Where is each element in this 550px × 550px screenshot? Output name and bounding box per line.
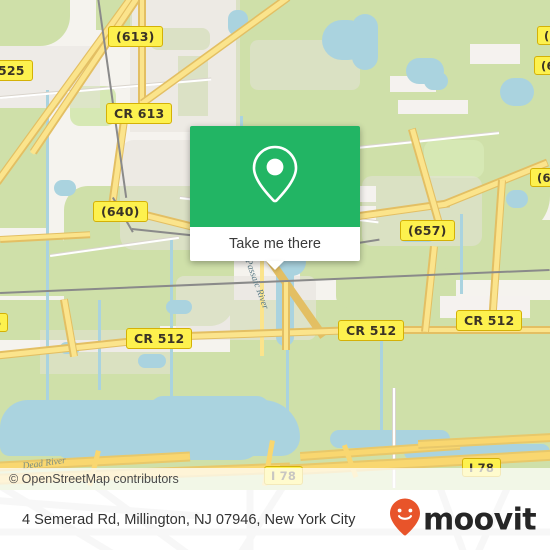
- road-shield-640[interactable]: (640): [93, 201, 148, 222]
- popup-body: Take me there: [190, 227, 360, 270]
- address-label: 4 Semerad Rd, Millington, NJ 07946, New …: [22, 512, 356, 528]
- road-shield-cr-512-mid[interactable]: CR 512: [338, 320, 405, 341]
- popup-pointer-tip: [266, 261, 284, 270]
- moovit-pin-smile-icon: [389, 498, 420, 542]
- location-popup-card[interactable]: Take me there: [190, 126, 360, 270]
- road-shield-613[interactable]: (613): [108, 26, 163, 47]
- moovit-wordmark: moovit: [422, 502, 537, 537]
- road-shield-cr-512-right[interactable]: CR 512: [456, 310, 523, 331]
- osm-attribution[interactable]: © OpenStreetMap contributors: [0, 468, 550, 490]
- osm-attribution-text: © OpenStreetMap contributors: [9, 472, 179, 486]
- road-shield-cr-613[interactable]: CR 613: [106, 103, 173, 124]
- moovit-brand[interactable]: moovit: [389, 498, 537, 542]
- road-shield-63-upper-right[interactable]: (63: [530, 168, 550, 187]
- road-shield-6-left[interactable]: 6: [0, 313, 9, 332]
- road-shield-cr-512-left[interactable]: CR 512: [126, 328, 193, 349]
- popup-header: [190, 126, 360, 227]
- map-pin-icon: [248, 142, 302, 211]
- road-shield-525[interactable]: 525: [0, 60, 33, 81]
- road-shield-63-right[interactable]: (63: [534, 56, 550, 75]
- footer-bar: 4 Semerad Rd, Millington, NJ 07946, New …: [0, 490, 550, 550]
- road-shield-657[interactable]: (657): [400, 220, 455, 241]
- take-me-there-button[interactable]: Take me there: [229, 236, 321, 252]
- map-screenshot: Passaic River Dead River (613) CR 613 52…: [0, 0, 550, 550]
- road-shield-6-top-right[interactable]: (6: [537, 26, 550, 45]
